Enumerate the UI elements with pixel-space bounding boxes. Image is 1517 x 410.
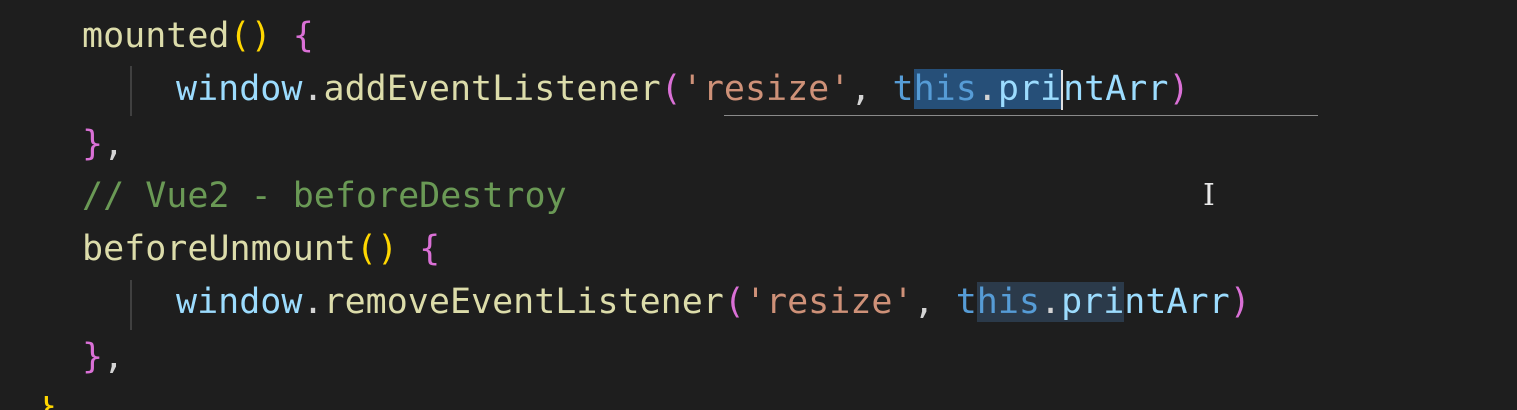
- window-identifier: window: [176, 69, 303, 109]
- method-name: beforeUnmount: [82, 229, 356, 269]
- comment: // Vue2 - beforeDestroy: [82, 176, 567, 216]
- open-brace: {: [419, 229, 441, 269]
- string-literal: 'resize': [681, 69, 851, 109]
- highlight-this: his: [976, 282, 1040, 322]
- function-call: removeEventListener: [323, 282, 724, 322]
- highlight-prop: pri: [1061, 282, 1125, 322]
- i-beam-glyph: I: [1203, 178, 1215, 213]
- close-paren: ): [1229, 282, 1251, 322]
- method-name: mounted: [82, 16, 230, 56]
- code-line-6: window.removeEventListener('resize', thi…: [176, 276, 1251, 328]
- comma: ,: [850, 69, 893, 109]
- parameter-hint-underline: [724, 115, 1318, 116]
- dot: .: [302, 69, 324, 109]
- code-line-4: // Vue2 - beforeDestroy: [82, 170, 567, 222]
- string-literal: 'resize': [744, 282, 914, 322]
- comma: ,: [913, 282, 956, 322]
- function-call: addEventListener: [323, 69, 661, 109]
- code-editor[interactable]: mounted() { window.addEventListener('res…: [0, 0, 1517, 410]
- indent-guide: [130, 66, 132, 116]
- property-rest: ntArr: [1124, 282, 1230, 322]
- code-line-8-partial: }: [36, 396, 57, 410]
- close-brace: }: [36, 396, 57, 410]
- selected-this[interactable]: his: [913, 69, 977, 109]
- open-paren: (: [660, 69, 682, 109]
- code-line-1: mounted() {: [82, 10, 314, 62]
- i-beam-cursor-icon: I: [1203, 181, 1215, 211]
- open-paren: (: [723, 282, 745, 322]
- selected-prop[interactable]: pri: [997, 69, 1062, 109]
- code-line-7: },: [82, 331, 124, 383]
- window-identifier: window: [176, 282, 303, 322]
- close-brace: }: [82, 124, 104, 164]
- close-brace: }: [82, 337, 104, 377]
- property-rest: ntArr: [1063, 69, 1169, 109]
- this-keyword-start: t: [892, 69, 914, 109]
- highlight-dot: .: [1040, 282, 1062, 322]
- this-keyword-start: t: [955, 282, 977, 322]
- code-line-5: beforeUnmount() {: [82, 223, 440, 275]
- code-line-2: window.addEventListener('resize', this.p…: [176, 63, 1190, 115]
- comma: ,: [103, 337, 125, 377]
- parens: (): [355, 229, 399, 269]
- open-brace: {: [292, 16, 314, 56]
- indent-guide: [130, 280, 132, 330]
- dot: .: [302, 282, 324, 322]
- comma: ,: [103, 124, 125, 164]
- code-line-3: },: [82, 118, 124, 170]
- selected-dot[interactable]: .: [976, 69, 998, 109]
- parens: (): [229, 16, 272, 56]
- close-paren: ): [1168, 69, 1190, 109]
